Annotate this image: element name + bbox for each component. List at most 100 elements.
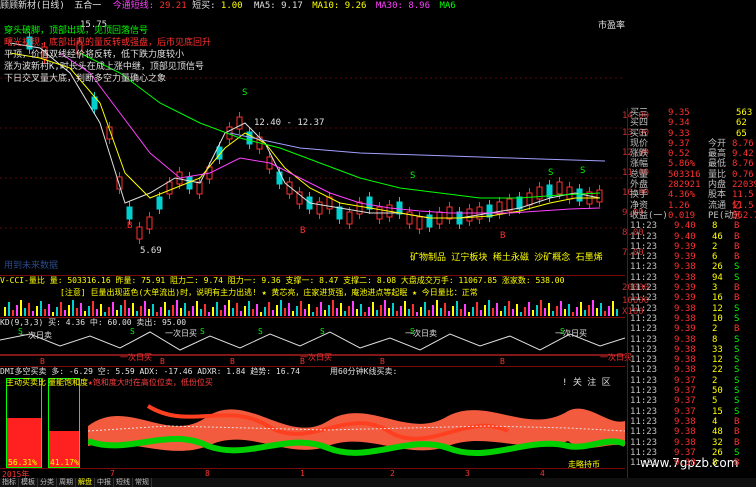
tick-row: 11:23 9.39 3 B [628,283,756,293]
volume-bar [528,302,530,316]
tick-time: 11:23 [630,458,658,469]
month-label: 2 [390,469,395,478]
volume-bar [472,307,474,316]
buy-ratio-box [6,378,42,468]
volume-bar [260,312,262,316]
svg-text:S: S [258,327,263,336]
tab-6[interactable]: 短线 [114,478,133,487]
kdj-buy-label: 一次日买 [555,329,587,338]
tab-0[interactable]: 指标 [0,478,19,487]
volume-bar [204,304,206,316]
volume-bar [368,307,370,316]
volume-bar [320,302,322,316]
tick-direction: B [734,427,740,438]
volume-bar [496,303,498,316]
volume-bar [248,301,250,316]
b-marker: B [127,221,132,231]
volume-bar [444,303,446,316]
volume-bar [196,301,198,316]
svg-text:S: S [320,327,325,336]
volume-bar [168,310,170,316]
volume-bar [508,301,510,316]
volume-bar [256,304,258,316]
tick-price: 9.38 [674,365,696,376]
tick-time: 11:23 [630,252,658,263]
tick-volume: 5 [712,396,718,407]
svg-text:B: B [380,357,385,366]
tab-5[interactable]: 中报 [95,478,114,487]
volume-bar [4,307,6,316]
volume-bar [544,308,546,316]
volume-bar [352,301,354,316]
quote-label: 收益(一) [630,210,668,221]
tick-volume: 3 [712,283,718,294]
volume-bar [96,309,98,316]
tick-row: 11:23 9.38 8 S [628,335,756,345]
volume-bar [332,300,334,316]
tick-time: 11:23 [630,262,658,273]
quote-value: 9.33 [668,128,690,139]
volume-bar [500,311,502,316]
tab-4[interactable]: 解盘 [76,478,95,487]
buy-ratio-title: 主动买卖比 [6,378,46,387]
volume-bar [152,304,154,316]
tab-7[interactable]: 常规 [133,478,152,487]
volume-bar [12,310,14,316]
quote-label: 内盘 [708,180,727,191]
volume-bar [84,311,86,316]
concept-tags[interactable]: 矿物制品 辽宁板块 稀土永磁 沙矿概念 石墨烯 [410,251,603,263]
formula-name[interactable]: 五合一 [74,1,101,11]
kdj-buy-label: 一次日买 [165,329,197,338]
tick-price: 9.40 [674,231,696,242]
ma120-line [229,132,606,162]
volume-bar [88,306,90,316]
tick-volume: 15 [712,406,723,417]
volume-bar [284,308,286,316]
volume-bar [148,309,150,316]
tick-price: 9.37 [674,396,696,407]
quote-label: 涨幅 [630,159,649,170]
volume-bar [104,312,106,316]
volume-bar [488,300,490,316]
tick-time: 11:23 [630,447,658,458]
volume-bar [388,308,390,316]
candle [166,181,173,195]
stock-title[interactable]: 顾顾新材(日线) [0,1,65,11]
tick-volume: 12 [712,303,723,314]
volume-bar [220,310,222,316]
volume-bar [200,309,202,316]
quote-row: 净资 1.26 流通 11.5亿 [628,201,756,221]
tab-2[interactable]: 分类 [38,478,57,487]
volume-bar [16,305,18,316]
volume-bar [264,307,266,316]
volume-chart[interactable] [0,298,625,316]
quote-value: 5.86% [668,159,696,170]
volume-bar [596,308,598,316]
note-line: 穿头破脚，顶部出现，见顶回落信号 [4,24,148,36]
tick-price: 9.39 [674,283,696,294]
buy-ratio-pct: 56.31% [8,458,37,467]
dmi-header: DMI多空买卖 多: -6.29 空: 5.59 ADX: -17.46 ADX… [0,367,301,376]
tab-1[interactable]: 模板 [19,478,38,487]
tick-direction: S [734,303,740,314]
volume-bar [340,303,342,316]
kline-chart[interactable]: S S S S B B B 15.75 12.40 - 12.37 5.69 穿… [0,13,625,275]
volume-bar [208,312,210,316]
tick-time: 11:23 [630,293,658,304]
note-line: 涨为波新村K,时长头在成上涨中继，顶部见顶信号 [4,60,204,72]
dmi-chart[interactable] [88,386,625,464]
tick-price: 9.39 [674,241,696,252]
tick-price: 9.38 [674,313,696,324]
s-marker: S [548,168,553,178]
quote-row: 外盘 282921 内盘 220395 [628,180,756,190]
dmi-sub: 用60分钟K线买卖: [330,367,398,376]
kdj-buy-label: 一次日买 [120,353,152,362]
tick-direction: B [734,241,740,252]
volume-bar [616,309,618,316]
s-marker: S [580,166,585,176]
tick-direction: B [734,416,740,427]
tick-price: 9.37 [674,386,696,397]
volume-bar [464,304,466,316]
tab-3[interactable]: 周期 [57,478,76,487]
volume-bar [128,308,130,316]
